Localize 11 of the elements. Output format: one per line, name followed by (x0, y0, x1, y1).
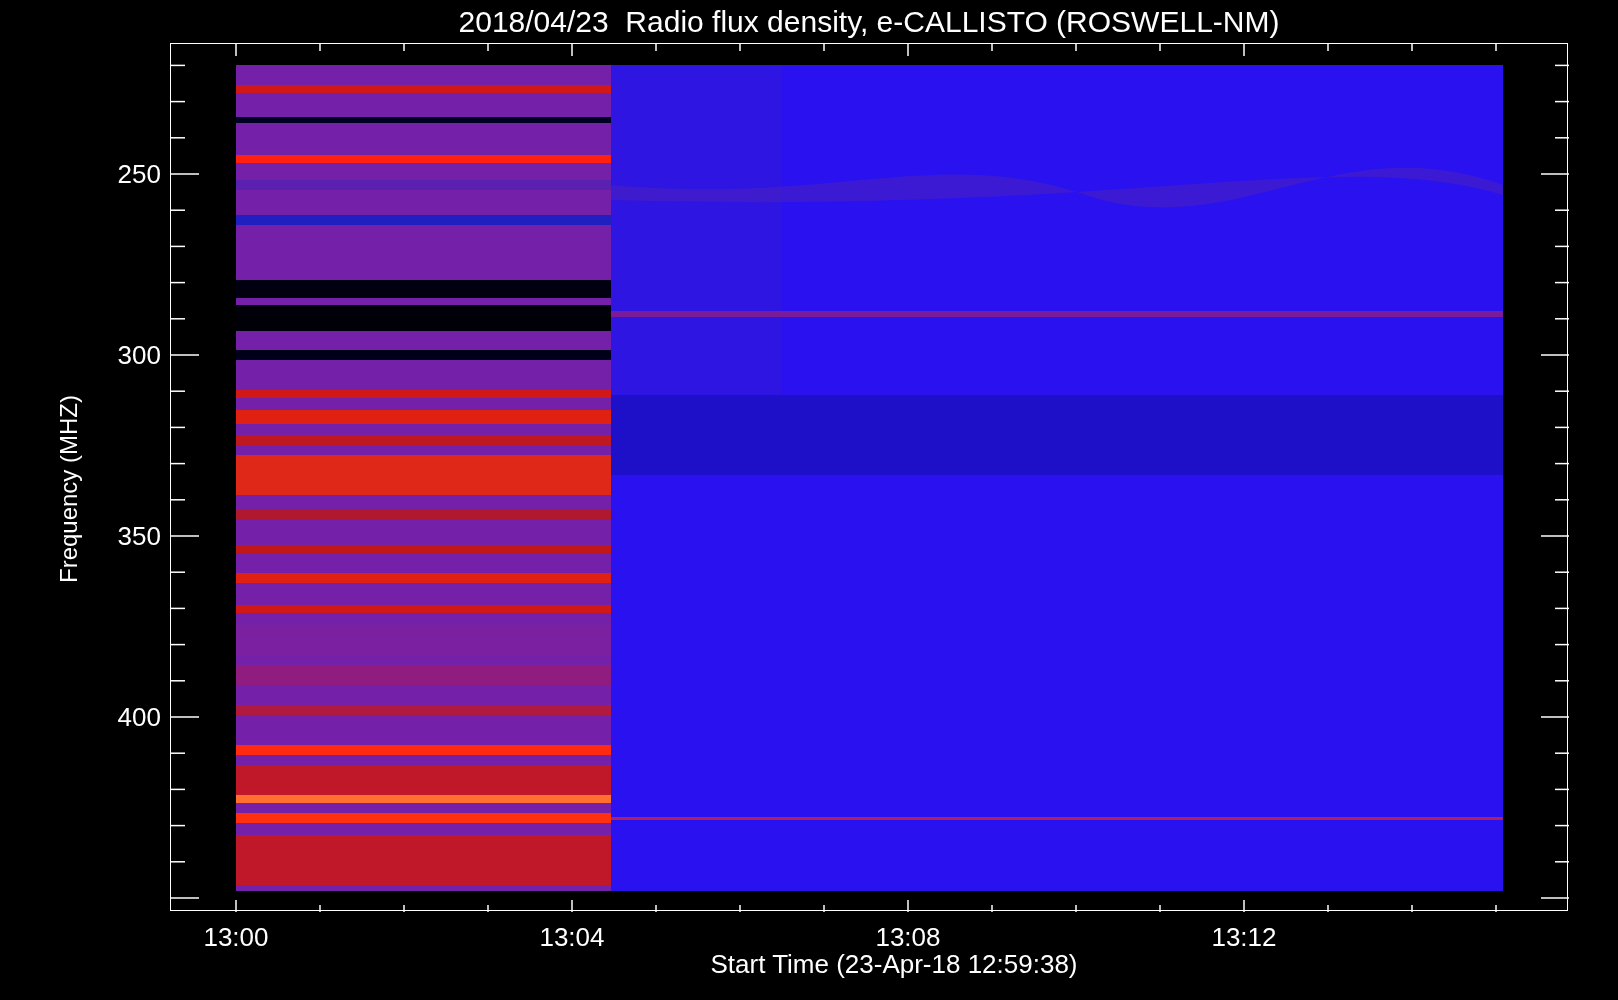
chart-title: 2018/04/23 Radio flux density, e-CALLISTO (ROSWELL-NM) (458, 6, 1280, 37)
x-tick-label: 13:12 (1210, 924, 1278, 950)
y-tick-label: 250 (116, 161, 161, 187)
x-axis-label: Start Time (23-Apr-18 12:59:38) (710, 951, 1078, 977)
y-tick-label: 300 (116, 342, 161, 368)
x-tick-label: 13:04 (538, 924, 606, 950)
x-tick-label: 13:08 (874, 924, 942, 950)
x-tick-label: 13:00 (202, 924, 270, 950)
y-axis-label: Frequency (MHZ) (57, 395, 81, 583)
y-tick-label: 400 (116, 704, 161, 730)
y-tick-label: 350 (116, 523, 161, 549)
